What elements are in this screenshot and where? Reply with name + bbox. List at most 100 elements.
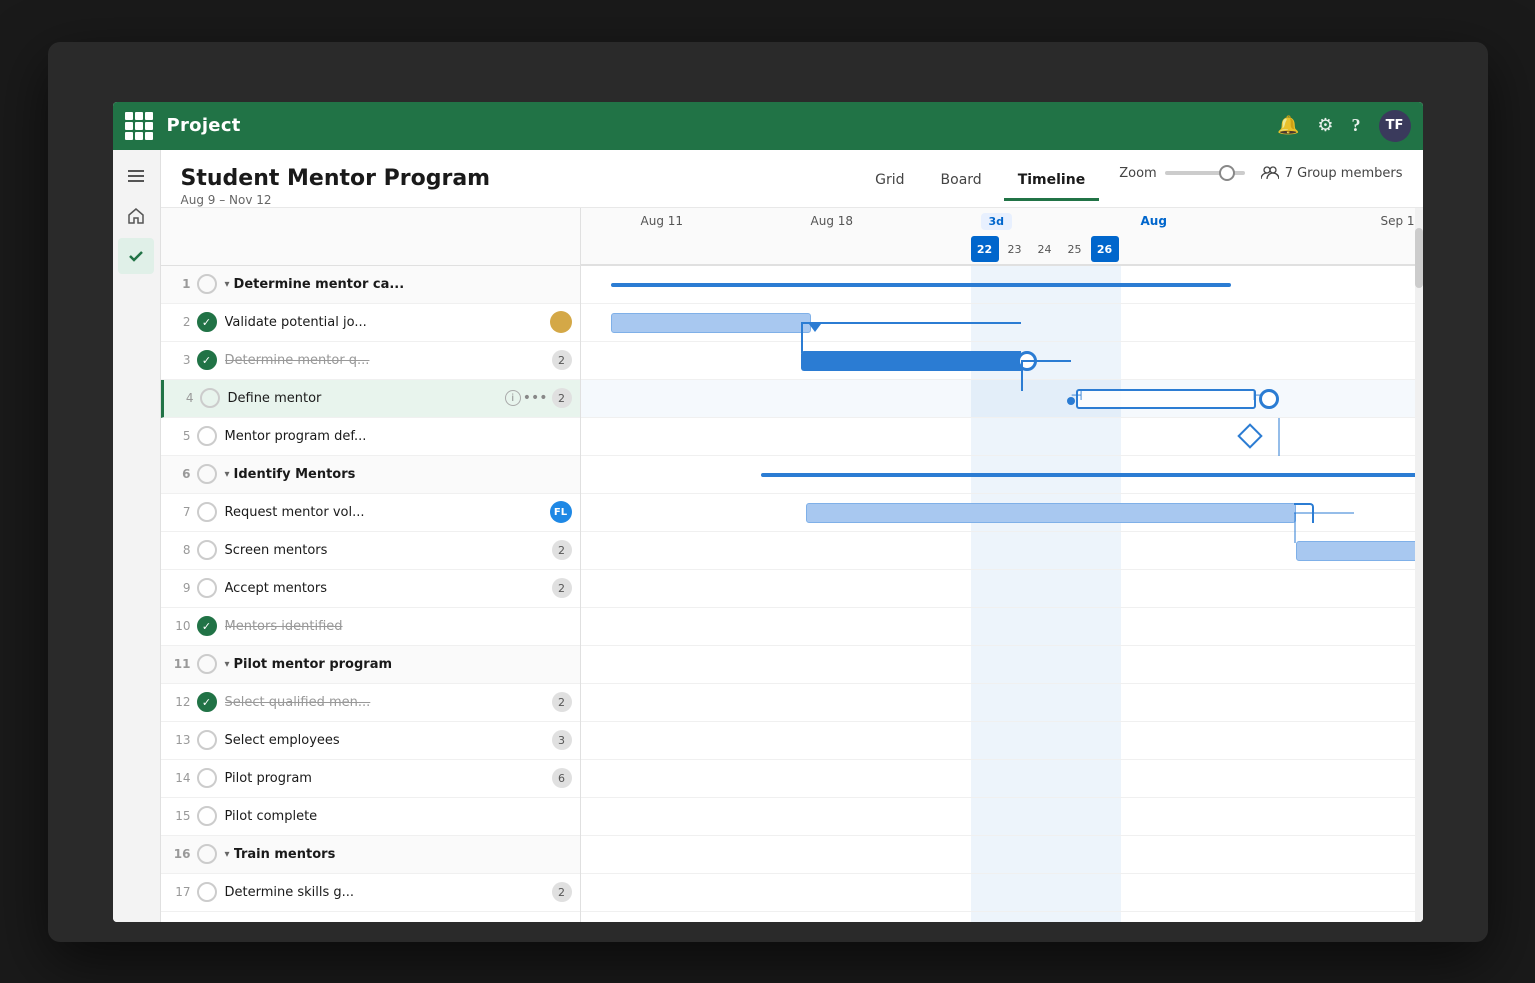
task-status-4[interactable] bbox=[200, 388, 220, 408]
gantt-bracket-v8 bbox=[1294, 513, 1296, 543]
gear-icon[interactable]: ⚙ bbox=[1317, 115, 1333, 136]
gantt-row-13 bbox=[581, 722, 1423, 760]
task-status-5[interactable] bbox=[197, 426, 217, 446]
date-highlight-box: 3d bbox=[981, 213, 1013, 230]
table-row: 6 ▾ Identify Mentors bbox=[161, 456, 580, 494]
top-bar-icons: 🔔 ⚙ ? TF bbox=[1277, 110, 1411, 142]
table-row: 3 ✓ Determine mentor q... 2 bbox=[161, 342, 580, 380]
header-right: Zoom bbox=[1119, 166, 1402, 191]
task-status-3[interactable]: ✓ bbox=[197, 350, 217, 370]
table-row: 1 ▾ Determine mentor ca... bbox=[161, 266, 580, 304]
main-area: Student Mentor Program Aug 9 – Nov 12 Gr… bbox=[113, 150, 1423, 922]
tab-board[interactable]: Board bbox=[927, 166, 996, 201]
task-status-6[interactable] bbox=[197, 464, 217, 484]
zoom-slider[interactable] bbox=[1165, 171, 1245, 175]
gantt-row-17 bbox=[581, 874, 1423, 912]
task-status-10[interactable]: ✓ bbox=[197, 616, 217, 636]
day-23: 23 bbox=[1001, 236, 1029, 262]
task-status-9[interactable] bbox=[197, 578, 217, 598]
gantt-bar-4[interactable] bbox=[1076, 389, 1256, 409]
content-area: Student Mentor Program Aug 9 – Nov 12 Gr… bbox=[161, 150, 1423, 922]
connector-arrow bbox=[809, 324, 821, 332]
task-status-1[interactable] bbox=[197, 274, 217, 294]
task-more-icon[interactable]: ••• bbox=[523, 390, 548, 406]
task-status-7[interactable] bbox=[197, 502, 217, 522]
gantt-row-6 bbox=[581, 456, 1423, 494]
table-row: 12 ✓ Select qualified men... 2 bbox=[161, 684, 580, 722]
gantt-row-16 bbox=[581, 836, 1423, 874]
gantt-area: Aug 11 Aug 18 3d Aug Sep 1 bbox=[581, 208, 1423, 922]
task-status-2[interactable]: ✓ bbox=[197, 312, 217, 332]
task-status-11[interactable] bbox=[197, 654, 217, 674]
table-row: 9 Accept mentors 2 bbox=[161, 570, 580, 608]
gantt-bar-7 bbox=[806, 503, 1296, 523]
top-bar: Project 🔔 ⚙ ? TF bbox=[113, 102, 1423, 150]
group-members-button[interactable]: 7 Group members bbox=[1261, 166, 1403, 181]
week-label-sep1: Sep 1 bbox=[1381, 214, 1415, 228]
table-row: 8 Screen mentors 2 bbox=[161, 532, 580, 570]
gantt-bar-1 bbox=[611, 283, 1231, 287]
help-icon[interactable]: ? bbox=[1352, 115, 1361, 136]
table-row: 4 Define mentor i ••• 2 bbox=[161, 380, 580, 418]
task-status-13[interactable] bbox=[197, 730, 217, 750]
tab-timeline[interactable]: Timeline bbox=[1004, 166, 1100, 201]
task-status-14[interactable] bbox=[197, 768, 217, 788]
gantt-bar-8 bbox=[1296, 541, 1423, 561]
gantt-row-3 bbox=[581, 342, 1423, 380]
gantt-bar-2 bbox=[611, 313, 811, 333]
day-25: 25 bbox=[1061, 236, 1089, 262]
day-cells: 22 23 24 25 26 bbox=[971, 236, 1119, 262]
task-info-icon[interactable]: i bbox=[505, 390, 521, 406]
timeline-container: 1 ▾ Determine mentor ca... 2 ✓ Validate … bbox=[161, 208, 1423, 922]
waffle-icon[interactable] bbox=[125, 112, 153, 140]
table-row: 10 ✓ Mentors identified bbox=[161, 608, 580, 646]
day-22: 22 bbox=[971, 236, 999, 262]
sidebar-home[interactable] bbox=[118, 198, 154, 234]
task-status-8[interactable] bbox=[197, 540, 217, 560]
week-label-aug11: Aug 11 bbox=[641, 214, 684, 228]
table-row: 16 ▾ Train mentors bbox=[161, 836, 580, 874]
gantt-connector-v4 bbox=[1021, 361, 1023, 391]
gantt-scroll-thumb[interactable] bbox=[1415, 228, 1423, 288]
table-row: 15 Pilot complete bbox=[161, 798, 580, 836]
gantt-resize-left[interactable]: ⊣ bbox=[1071, 388, 1083, 404]
tab-grid[interactable]: Grid bbox=[861, 166, 918, 201]
gantt-row-10 bbox=[581, 608, 1423, 646]
bell-icon[interactable]: 🔔 bbox=[1277, 115, 1299, 136]
highlight-range-label: 3d bbox=[989, 215, 1005, 228]
group-members-label: 7 Group members bbox=[1285, 166, 1403, 181]
view-tabs: Grid Board Timeline bbox=[861, 166, 1099, 200]
gantt-row-8 bbox=[581, 532, 1423, 570]
gantt-bracket-h8 bbox=[1294, 512, 1354, 514]
task-list-header bbox=[161, 208, 580, 266]
gantt-scrollbar[interactable] bbox=[1415, 208, 1423, 922]
gantt-row-1 bbox=[581, 266, 1423, 304]
task-status-12[interactable]: ✓ bbox=[197, 692, 217, 712]
gantt-milestone-5 bbox=[1237, 423, 1262, 448]
task-status-16[interactable] bbox=[197, 844, 217, 864]
table-row: 11 ▾ Pilot mentor program bbox=[161, 646, 580, 684]
task-status-15[interactable] bbox=[197, 806, 217, 826]
gantt-row-4[interactable]: ⊣ ⊢ bbox=[581, 380, 1423, 418]
gantt-row-9 bbox=[581, 570, 1423, 608]
project-header: Student Mentor Program Aug 9 – Nov 12 Gr… bbox=[161, 150, 1423, 208]
avatar[interactable]: TF bbox=[1379, 110, 1411, 142]
gantt-row-5 bbox=[581, 418, 1423, 456]
gantt-bar-6 bbox=[761, 473, 1423, 477]
week-label-aug18: Aug 18 bbox=[811, 214, 854, 228]
day-24: 24 bbox=[1031, 236, 1059, 262]
task-avatar: FL bbox=[550, 501, 572, 523]
gantt-circle-4 bbox=[1259, 389, 1279, 409]
table-row: 14 Pilot program 6 bbox=[161, 760, 580, 798]
gantt-wrapper: Aug 11 Aug 18 3d Aug Sep 1 bbox=[581, 208, 1423, 922]
gantt-header: Aug 11 Aug 18 3d Aug Sep 1 bbox=[581, 208, 1423, 266]
sidebar-hamburger[interactable] bbox=[118, 158, 154, 194]
gantt-connector-h bbox=[801, 322, 1021, 324]
task-avatar bbox=[550, 311, 572, 333]
table-row: 2 ✓ Validate potential jo... bbox=[161, 304, 580, 342]
table-row: 17 Determine skills g... 2 bbox=[161, 874, 580, 912]
gantt-row-12 bbox=[581, 684, 1423, 722]
task-status-17[interactable] bbox=[197, 882, 217, 902]
project-dates: Aug 9 – Nov 12 bbox=[181, 193, 862, 207]
sidebar-check[interactable] bbox=[118, 238, 154, 274]
